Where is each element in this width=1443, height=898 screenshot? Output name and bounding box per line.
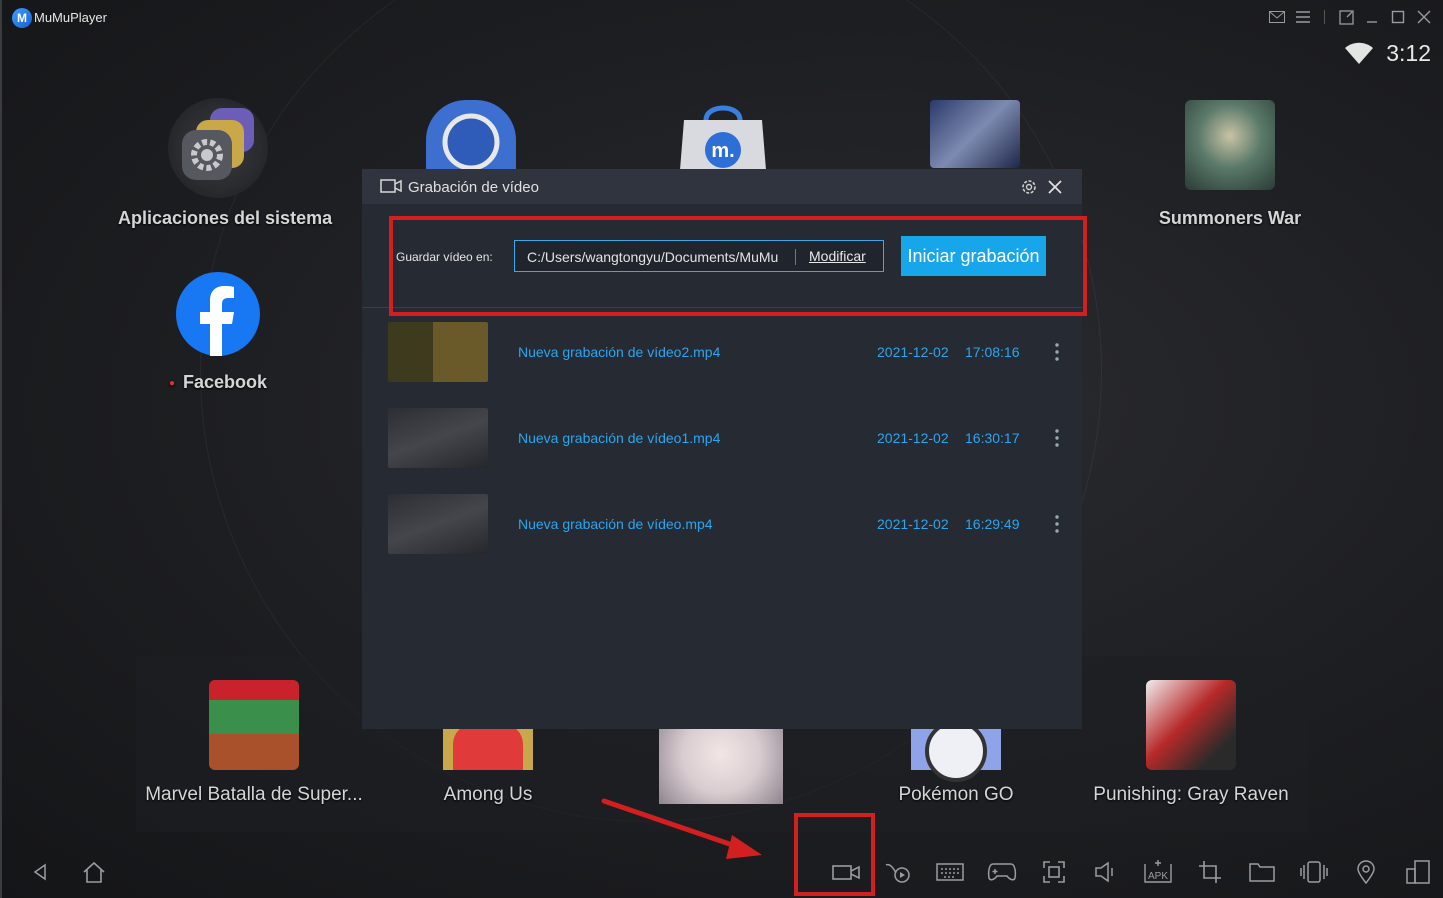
system-apps-icon [168,98,268,198]
more-options-icon[interactable] [1052,514,1062,534]
highlight-record-button [794,813,875,896]
app-label: Summoners War [1158,208,1302,228]
close-window-icon[interactable] [1413,6,1435,28]
list-item[interactable]: Nueva grabación de vídeo1.mp4 2021-12-02… [362,395,1082,481]
shopping-bag-icon: m. [678,100,768,170]
video-camera-icon [380,179,402,193]
app-label: Among Us [443,784,533,805]
keyboard-icon[interactable] [934,858,966,886]
recording-time: 16:30:17 [965,430,1020,446]
app-label: Punishing: Gray Raven [1093,784,1289,805]
red-arrow-annotation [601,798,762,859]
facebook-icon [176,272,260,356]
settings-gear-icon[interactable] [1020,178,1038,196]
app-system-apps[interactable]: Aplicaciones del sistema [118,98,333,229]
menu-icon[interactable] [1292,6,1314,28]
summoners-war-icon [1185,100,1275,190]
list-item[interactable]: Nueva grabación de vídeo.mp4 2021-12-02 … [362,481,1082,567]
app-summoners-war[interactable]: Summoners War [1150,100,1310,229]
svg-text:APK: APK [1148,871,1168,882]
apk-install-icon[interactable]: APK [1142,858,1174,886]
window-edge [0,0,2,898]
mail-icon[interactable] [1266,6,1288,28]
mumu-logo-icon: M [12,8,32,28]
recording-name[interactable]: Nueva grabación de vídeo.mp4 [518,516,713,532]
punishing-icon [1146,680,1236,770]
dialog-title: Grabación de vídeo [408,179,539,196]
screenshot-icon[interactable] [1038,858,1070,886]
highlight-save-row [389,216,1087,316]
folder-icon[interactable] [1246,858,1278,886]
more-options-icon[interactable] [1052,342,1062,362]
app-mumu-store[interactable]: m. [678,100,768,170]
app-facebook[interactable]: Facebook [118,272,318,393]
compass-icon [426,100,516,171]
title-bar: M MuMuPlayer [0,0,1443,34]
location-icon[interactable] [1350,858,1382,886]
home-icon[interactable] [78,858,110,886]
app-label: Facebook [118,372,318,393]
app-marvel[interactable]: Marvel Batalla de Super... [144,680,364,806]
recording-time: 17:08:16 [965,344,1020,360]
app-game-warrior[interactable] [930,100,1020,168]
recording-thumbnail [388,322,488,382]
clock: 3:12 [1386,40,1431,66]
app-label: Aplicaciones del sistema [118,208,333,228]
multi-window-icon[interactable] [1402,858,1434,886]
window-title: MuMuPlayer [34,10,107,25]
maximize-icon[interactable] [1387,6,1409,28]
volume-icon[interactable] [1090,858,1122,886]
shake-icon[interactable] [1298,858,1330,886]
android-status-bar: 3:12 [1344,40,1431,67]
close-icon[interactable] [1046,178,1064,196]
app-browser[interactable] [426,100,516,171]
app-label: Marvel Batalla de Super... [145,784,363,805]
crop-icon[interactable] [1194,858,1226,886]
recording-thumbnail [388,408,488,468]
recording-date: 2021-12-02 [877,430,949,446]
minimize-icon[interactable] [1361,6,1383,28]
app-punishing-gray-raven[interactable]: Punishing: Gray Raven [1086,680,1296,806]
app-label: Pokémon GO [898,784,1014,805]
back-icon[interactable] [24,858,56,886]
macro-icon[interactable] [882,858,914,886]
title-divider [1324,10,1325,24]
marvel-icon [209,680,299,770]
recording-time: 16:29:49 [965,516,1020,532]
recording-date: 2021-12-02 [877,516,949,532]
fullscreen-icon[interactable] [1335,6,1357,28]
more-options-icon[interactable] [1052,428,1062,448]
gamepad-icon[interactable] [986,858,1018,886]
list-item[interactable]: Nueva grabación de vídeo2.mp4 2021-12-02… [362,309,1082,395]
dialog-header: Grabación de vídeo [362,169,1082,204]
recording-thumbnail [388,494,488,554]
window-controls [1266,6,1435,28]
recordings-list: Nueva grabación de vídeo2.mp4 2021-12-02… [362,309,1082,567]
recording-name[interactable]: Nueva grabación de vídeo1.mp4 [518,430,720,446]
wifi-icon [1345,42,1374,64]
recording-date: 2021-12-02 [877,344,949,360]
svg-text:m.: m. [711,140,734,162]
recording-name[interactable]: Nueva grabación de vídeo2.mp4 [518,344,720,360]
game-warrior-icon [930,100,1020,168]
